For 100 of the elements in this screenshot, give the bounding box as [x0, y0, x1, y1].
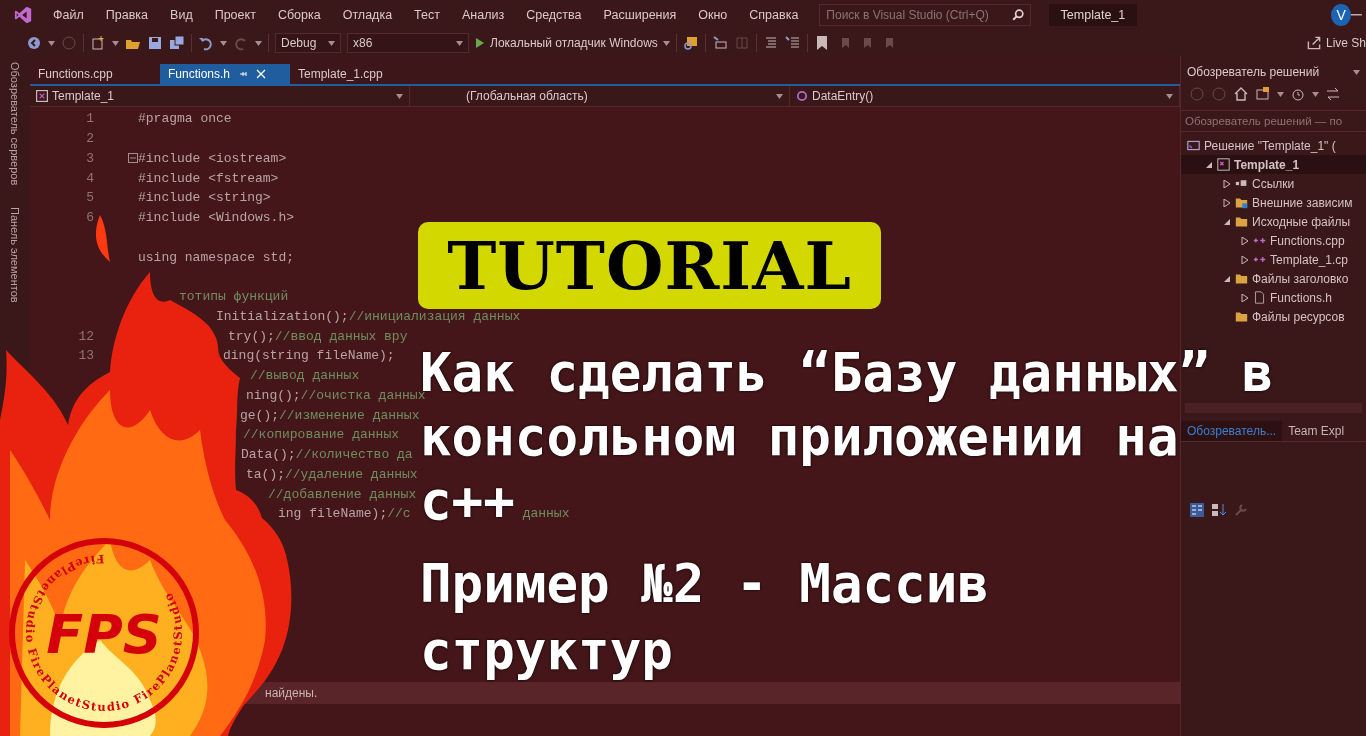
tree-item-label: Template_1 — [1234, 157, 1300, 172]
menu-item[interactable]: Вид — [159, 8, 204, 22]
account-avatar[interactable]: V — [1331, 4, 1352, 26]
menu-item[interactable]: Справка — [738, 8, 810, 22]
close-icon[interactable] — [256, 69, 267, 79]
live-share-button[interactable]: Live Sh — [1306, 36, 1366, 50]
menu-item[interactable]: Окно — [687, 8, 739, 22]
solution-name: Template_1 — [1048, 4, 1138, 26]
caret-icon — [1166, 93, 1173, 99]
title-line: c++ — [420, 473, 515, 529]
tree-item[interactable]: Исходные файлы — [1181, 212, 1366, 231]
tree-item[interactable]: Файлы заголовко — [1181, 269, 1366, 288]
search-field[interactable]: Обозреватель решений — по — [1181, 110, 1366, 132]
panel-tab[interactable]: Team Expl — [1282, 421, 1351, 441]
home-icon[interactable] — [1233, 86, 1249, 102]
expand-arrow-icon[interactable] — [1223, 274, 1231, 283]
project-icon — [1217, 158, 1230, 171]
tree-item-label: Исходные файлы — [1252, 214, 1351, 229]
search-field[interactable]: Поиск в Visual Studio (Ctrl+Q) — [819, 4, 1031, 26]
expand-arrow-icon[interactable] — [1241, 293, 1249, 302]
tree-item[interactable]: Functions.cpp — [1181, 231, 1366, 250]
code-text: ta(); — [246, 466, 285, 482]
history-icon[interactable] — [1290, 86, 1306, 102]
categorized-icon[interactable] — [1189, 502, 1205, 518]
tree-item[interactable]: Template_1.cp — [1181, 250, 1366, 269]
tree-item-label: Functions.h — [1270, 290, 1333, 305]
tab-label: Template_1.cpp — [298, 67, 383, 81]
menu-item[interactable]: Расширения — [592, 8, 688, 22]
tree-item[interactable]: Ссылки — [1181, 174, 1366, 193]
uncomment-lines-icon[interactable] — [784, 35, 801, 51]
sync-icon[interactable] — [1325, 86, 1341, 102]
line-number: 4 — [85, 170, 94, 186]
editor-tab[interactable]: Functions.h — [160, 64, 290, 84]
expand-arrow-icon[interactable] — [1205, 160, 1213, 169]
line-number: 12 — [77, 328, 94, 344]
code-comment: //ввод данных вру — [274, 328, 408, 344]
code-comment: //с — [387, 506, 411, 522]
expand-arrow-icon[interactable] — [1241, 236, 1249, 245]
menu-item[interactable]: Отладка — [331, 8, 404, 22]
code-comment: данных — [522, 506, 570, 522]
editor-tab[interactable]: Functions.cpp — [30, 64, 160, 84]
menu-item[interactable]: Средства — [515, 8, 593, 22]
menu-item[interactable]: Тест — [403, 8, 451, 22]
caret-icon — [328, 40, 335, 46]
expand-arrow-icon[interactable] — [1241, 255, 1249, 264]
code-text: #pragma once — [138, 111, 232, 127]
tree-item-label: Файлы заголовко — [1252, 271, 1349, 286]
code-comment: //изменение данных — [279, 407, 420, 423]
switch-views-icon[interactable] — [1255, 86, 1271, 102]
line-number: 2 — [85, 131, 94, 147]
back-icon[interactable] — [26, 35, 42, 51]
tree-item-label: Template_1.cp — [1270, 252, 1349, 267]
tree-item[interactable]: Решение "Template_1" ( — [1181, 136, 1366, 155]
code-comment: //копирование данных — [243, 427, 400, 443]
project-dropdown[interactable]: Template_1 — [30, 86, 410, 106]
tree-item-label: Внешние зависим — [1252, 195, 1353, 210]
code-comment: //инициализация данных — [348, 308, 521, 324]
new-item-icon[interactable] — [90, 35, 106, 51]
tree-item[interactable]: Внешние зависим — [1181, 193, 1366, 212]
minimize-icon[interactable] — [1351, 14, 1362, 16]
caret-icon — [396, 93, 403, 99]
code-comment: //количество да — [295, 447, 413, 463]
side-panel-tab[interactable]: Обозреватель серверов — [9, 62, 21, 186]
tree-item-label: Решение "Template_1" ( — [1204, 138, 1336, 153]
scope-dropdown[interactable]: (Глобальная область) — [410, 86, 790, 106]
menu-item[interactable]: Анализ — [450, 8, 516, 22]
code-comment: тотипы функций — [179, 289, 289, 305]
tree-item[interactable]: Файлы ресурсов — [1181, 307, 1366, 326]
tutorial-badge: TUTORIAL — [418, 222, 881, 309]
expand-arrow-icon[interactable] — [1223, 179, 1231, 188]
line-number: 13 — [77, 348, 94, 364]
editor-tab[interactable]: Template_1.cpp — [290, 64, 391, 84]
tree-item[interactable]: Template_1 — [1181, 155, 1366, 174]
expand-arrow-icon[interactable] — [1223, 198, 1231, 207]
method-icon — [796, 90, 808, 102]
tree-item[interactable]: Functions.h — [1181, 288, 1366, 307]
code-text: try(); — [228, 328, 275, 344]
title-line: консольном приложении на — [420, 409, 1179, 465]
app-logo-icon — [14, 5, 33, 25]
menu-item[interactable]: Сборка — [266, 8, 332, 22]
save-all-icon[interactable] — [169, 35, 185, 51]
code-comment: //удаление данных — [285, 466, 418, 482]
start-debugging-button[interactable]: Локальный отладчик Windows — [475, 36, 670, 50]
panel-tab[interactable]: Обозреватель... — [1181, 421, 1283, 441]
save-icon[interactable] — [147, 35, 163, 51]
search-icon — [1011, 9, 1024, 21]
configuration-dropdown[interactable]: Debug — [275, 33, 341, 53]
menu-item[interactable]: Файл — [42, 8, 95, 22]
collapse-icon[interactable] — [128, 153, 138, 164]
platform-dropdown[interactable]: x86 — [347, 33, 469, 53]
side-panel-tab[interactable]: Панель элементов — [9, 207, 21, 303]
caret-icon — [1312, 91, 1319, 97]
code-text: ge(); — [240, 407, 279, 423]
menu-item[interactable]: Проект — [203, 8, 267, 22]
play-icon — [475, 38, 485, 48]
expand-arrow-icon[interactable] — [1223, 217, 1231, 226]
subtitle-line: Пример №2 - Массив — [420, 556, 989, 612]
undo-icon[interactable] — [198, 35, 214, 51]
caret-icon — [1353, 69, 1360, 75]
menu-item[interactable]: Правка — [94, 8, 160, 22]
